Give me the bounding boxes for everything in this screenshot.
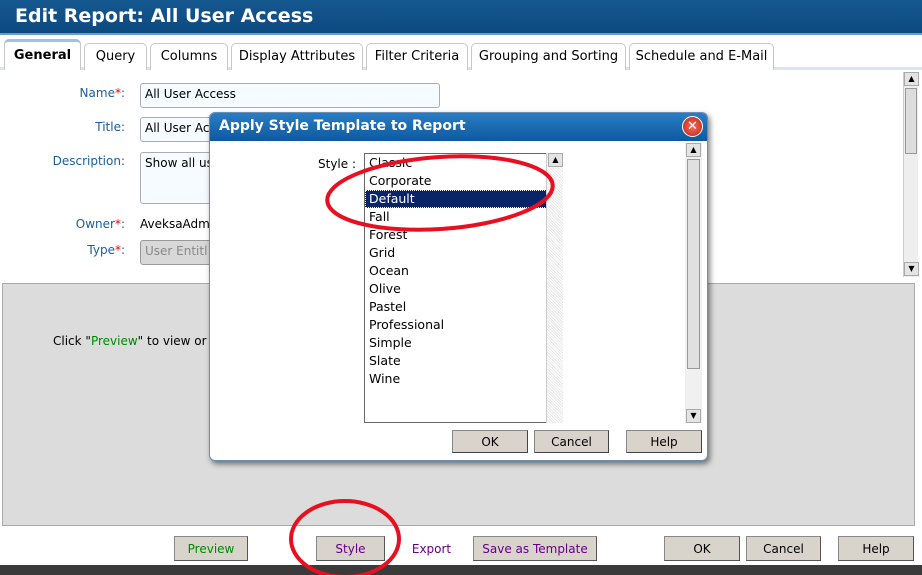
listbox-scrollbar[interactable]: ▲ xyxy=(546,153,563,423)
name-label-text: Name xyxy=(79,86,115,100)
apply-style-dialog: Apply Style Template to Report ✕ Style :… xyxy=(209,112,708,461)
taskbar-strip xyxy=(0,565,922,575)
scroll-up-icon[interactable]: ▲ xyxy=(548,153,563,167)
help-button[interactable]: Help xyxy=(838,536,914,561)
style-listbox[interactable]: Classic Corporate Default Fall Forest Grid Oce… xyxy=(364,153,563,423)
dialog-cancel-button[interactable]: Cancel xyxy=(534,430,609,453)
name-input[interactable]: All User Access xyxy=(140,83,440,108)
style-option[interactable]: Wine xyxy=(365,370,563,388)
style-option[interactable]: Pastel xyxy=(365,298,563,316)
name-label: Name*: xyxy=(0,86,125,100)
tab-query[interactable]: Query xyxy=(84,43,147,70)
type-select[interactable]: User Entitl xyxy=(140,240,220,265)
preview-hint: Click "Preview" to view or u xyxy=(53,334,218,348)
style-option[interactable]: Slate xyxy=(365,352,563,370)
style-option[interactable]: Forest xyxy=(365,226,563,244)
preview-link[interactable]: Preview xyxy=(91,334,138,348)
tab-grouping-sorting[interactable]: Grouping and Sorting xyxy=(471,43,626,70)
tab-display-attributes[interactable]: Display Attributes xyxy=(231,43,363,70)
colon: : xyxy=(120,243,125,257)
colon: : xyxy=(120,217,125,231)
style-option[interactable]: Olive xyxy=(365,280,563,298)
owner-label: Owner*: xyxy=(0,217,125,231)
title-input[interactable]: All User Ac xyxy=(140,117,220,142)
tab-filter-criteria[interactable]: Filter Criteria xyxy=(366,43,468,70)
style-option[interactable]: Ocean xyxy=(365,262,563,280)
owner-label-text: Owner xyxy=(75,217,115,231)
hint-text: " to view or u xyxy=(137,334,218,348)
style-option[interactable]: Grid xyxy=(365,244,563,262)
preview-button[interactable]: Preview xyxy=(174,536,248,561)
scroll-down-icon[interactable]: ▼ xyxy=(686,409,701,423)
form-scrollbar[interactable]: ▲ ▼ xyxy=(903,72,919,277)
page-title: Edit Report: All User Access xyxy=(0,0,922,35)
tab-bar: General Query Columns Display Attributes… xyxy=(0,37,922,70)
owner-value: AveksaAdm xyxy=(140,217,210,231)
style-label: Style : xyxy=(318,157,356,171)
scroll-thumb[interactable] xyxy=(687,159,700,369)
style-button[interactable]: Style xyxy=(316,536,385,561)
scroll-up-icon[interactable]: ▲ xyxy=(904,72,919,86)
scroll-thumb[interactable] xyxy=(905,88,917,154)
dialog-ok-button[interactable]: OK xyxy=(452,430,528,453)
scroll-up-icon[interactable]: ▲ xyxy=(686,143,701,157)
save-as-template-button[interactable]: Save as Template xyxy=(473,536,597,561)
description-label: Description: xyxy=(52,154,125,168)
style-option[interactable]: Corporate xyxy=(365,172,563,190)
scroll-down-icon[interactable]: ▼ xyxy=(904,262,919,276)
type-label: Type*: xyxy=(0,243,125,257)
style-option[interactable]: Professional xyxy=(365,316,563,334)
tab-general[interactable]: General xyxy=(4,39,81,70)
dialog-help-button[interactable]: Help xyxy=(626,430,702,453)
cancel-button[interactable]: Cancel xyxy=(746,536,821,561)
colon: : xyxy=(120,86,125,100)
style-option[interactable]: Simple xyxy=(365,334,563,352)
close-icon[interactable]: ✕ xyxy=(682,116,703,137)
style-option[interactable]: Fall xyxy=(365,208,563,226)
style-option[interactable]: Classic xyxy=(365,154,563,172)
dialog-title: Apply Style Template to Report xyxy=(210,113,707,141)
description-input[interactable]: Show all us xyxy=(140,152,220,204)
dialog-scrollbar[interactable]: ▲ ▼ xyxy=(685,143,702,423)
type-label-text: Type xyxy=(87,243,115,257)
tab-columns[interactable]: Columns xyxy=(150,43,228,70)
export-button[interactable]: Export xyxy=(400,536,463,561)
hint-text: Click " xyxy=(53,334,91,348)
ok-button[interactable]: OK xyxy=(664,536,740,561)
tab-schedule-email[interactable]: Schedule and E-Mail xyxy=(629,43,774,70)
style-option[interactable]: Default xyxy=(365,190,563,208)
title-label: Title: xyxy=(95,120,125,134)
